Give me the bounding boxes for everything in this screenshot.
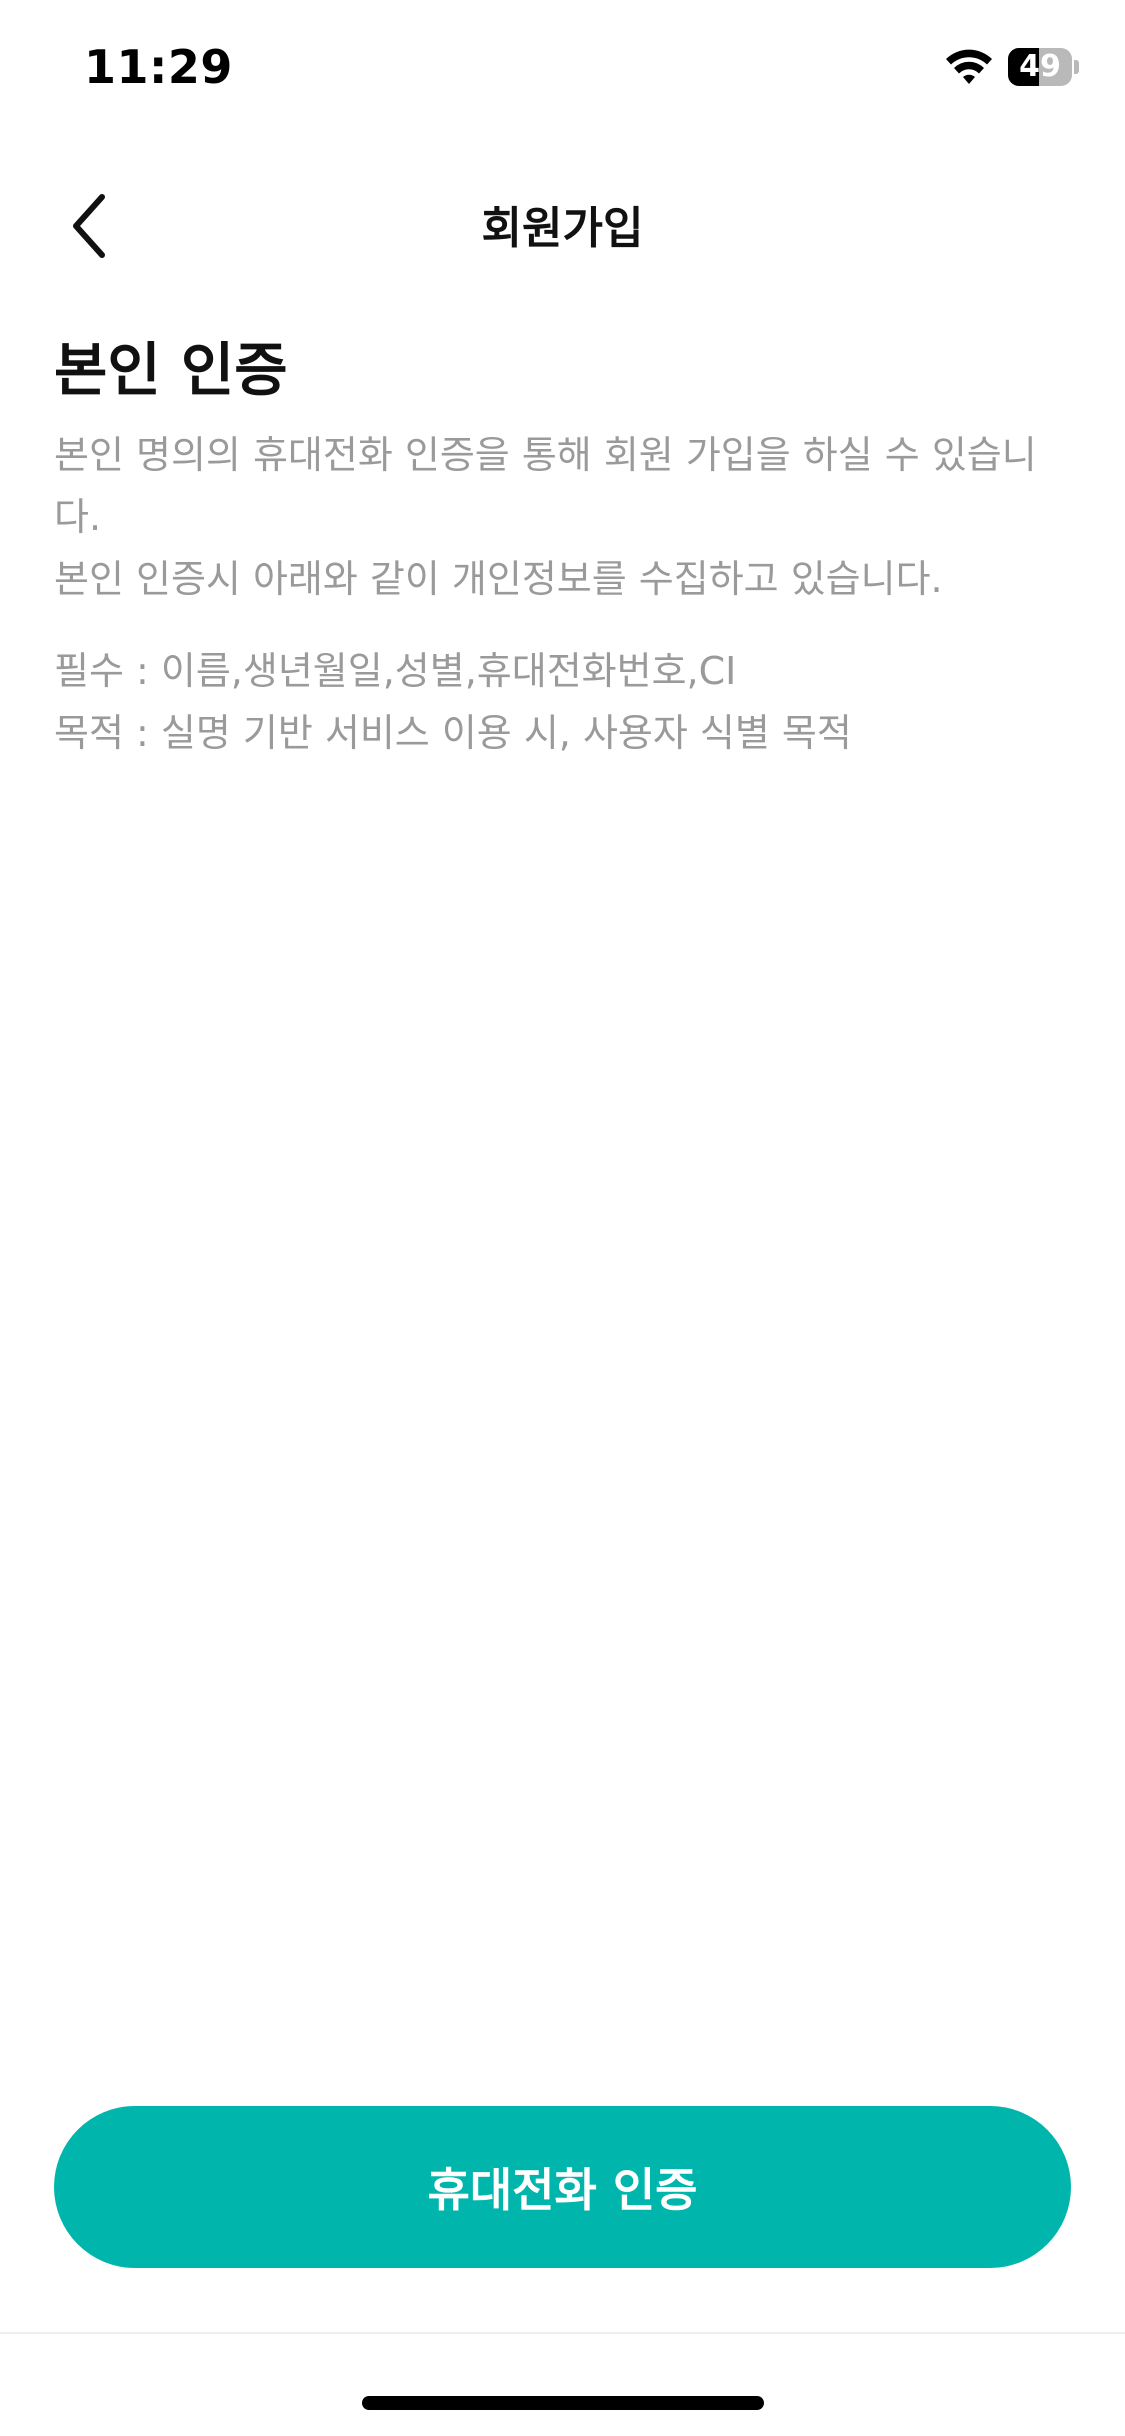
battery-icon: 49 [1008, 48, 1079, 86]
identity-verification-section: 본인 인증 본인 명의의 휴대전화 인증을 통해 회원 가입을 하실 수 있습니… [54, 330, 1074, 764]
section-title: 본인 인증 [54, 336, 288, 404]
purpose-info-line: 목적 : 실명 기반 서비스 이용 시, 사용자 식별 목적 [54, 711, 852, 755]
status-bar: 11:29 49 [0, 0, 1125, 140]
page-title: 회원가입 [481, 203, 644, 254]
description-line-1: 본인 명의의 휴대전화 인증을 통해 회원 가입을 하실 수 있습니 [54, 433, 1037, 477]
battery-level: 49 [1019, 49, 1061, 84]
wifi-icon [946, 49, 992, 84]
bottom-divider [0, 2332, 1125, 2334]
navigation-bar: 회원가입 [0, 170, 1125, 280]
required-info-line: 필수 : 이름,생년월일,성별,휴대전화번호,CI [54, 649, 737, 693]
home-indicator[interactable] [362, 2396, 764, 2410]
collected-info-block: 필수 : 이름,생년월일,성별,휴대전화번호,CI 목적 : 실명 기반 서비스… [54, 640, 1074, 764]
description-line-2: 다. [54, 495, 102, 539]
phone-verification-button[interactable]: 휴대전화 인증 [54, 2106, 1071, 2268]
status-time: 11:29 [84, 40, 233, 94]
description-line-3: 본인 인증시 아래와 같이 개인정보를 수집하고 있습니다. [54, 557, 943, 601]
